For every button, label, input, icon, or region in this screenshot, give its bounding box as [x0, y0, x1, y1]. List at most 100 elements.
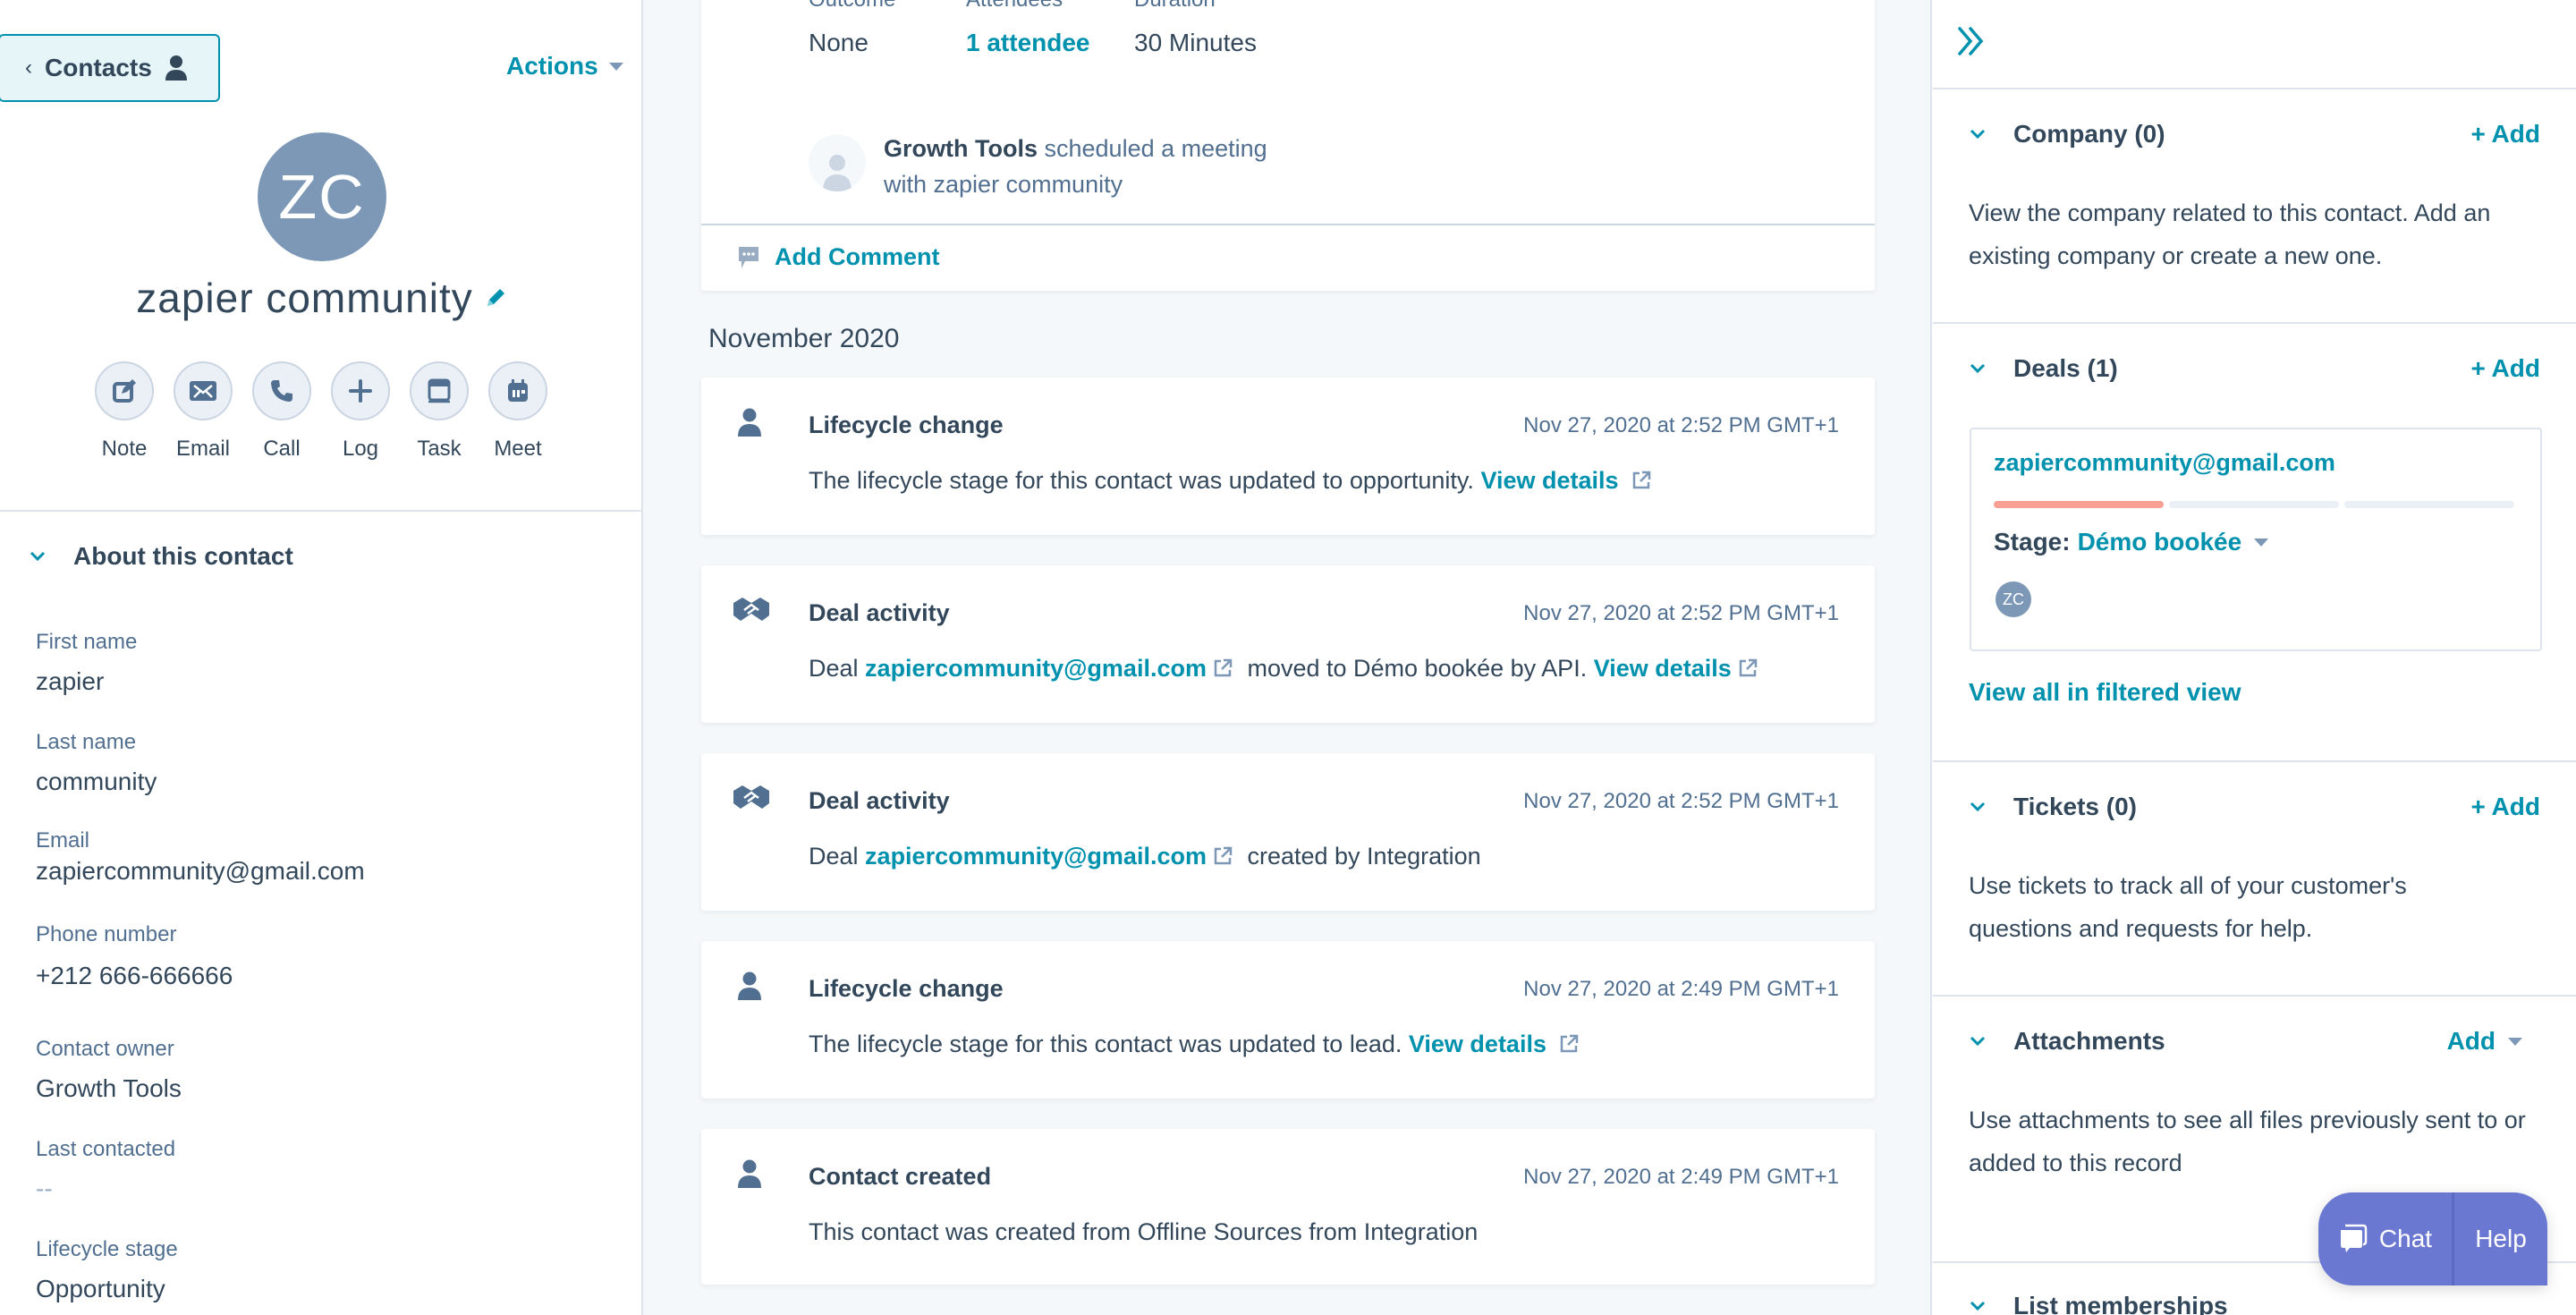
- field-label: Contact owner: [36, 1037, 174, 1061]
- timeline-event: Deal activity Nov 27, 2020 at 2:52 PM GM…: [701, 565, 1875, 723]
- add-company-button[interactable]: + Add: [2470, 120, 2540, 148]
- event-time: Nov 27, 2020 at 2:52 PM GMT+1: [1523, 601, 1839, 625]
- view-details-link[interactable]: View details: [1409, 1031, 1546, 1057]
- external-link-icon[interactable]: [1212, 658, 1233, 679]
- field-label: Lifecycle stage: [36, 1237, 178, 1261]
- log-label: Log: [342, 437, 379, 461]
- contacts-label: Contacts: [45, 54, 152, 81]
- note-action-button[interactable]: Note: [95, 361, 154, 462]
- add-comment-label: Add Comment: [775, 243, 940, 270]
- scheduler-name: Growth Tools: [884, 135, 1038, 162]
- view-all-filtered-link[interactable]: View all in filtered view: [1969, 678, 2241, 707]
- add-deal-button[interactable]: + Add: [2470, 354, 2540, 383]
- tickets-section-toggle[interactable]: Tickets (0): [1969, 793, 2137, 821]
- field-phone[interactable]: Phone number +212 666-666666: [36, 922, 233, 990]
- external-link-icon[interactable]: [1631, 470, 1652, 491]
- event-time: Nov 27, 2020 at 2:52 PM GMT+1: [1523, 789, 1839, 813]
- call-action-button[interactable]: Call: [252, 361, 311, 462]
- add-comment-button[interactable]: Add Comment: [737, 243, 940, 271]
- month-header: November 2020: [708, 324, 900, 353]
- view-details-link[interactable]: View details: [1480, 467, 1618, 494]
- field-label: Phone number: [36, 922, 177, 946]
- field-first-name[interactable]: First name zapier: [36, 630, 137, 696]
- event-text: The lifecycle stage for this contact was…: [809, 1031, 1402, 1057]
- attachments-title: Attachments: [2013, 1027, 2165, 1055]
- deals-title: Deals (1): [2013, 354, 2118, 382]
- note-edit-icon: [113, 379, 136, 403]
- task-icon: [428, 378, 451, 403]
- deals-section-toggle[interactable]: Deals (1): [1969, 354, 2118, 383]
- field-value[interactable]: zapiercommunity@gmail.com: [36, 857, 365, 886]
- timeline-event: Lifecycle change Nov 27, 2020 at 2:52 PM…: [701, 378, 1875, 535]
- event-title: Deal activity: [809, 787, 950, 814]
- back-to-contacts-button[interactable]: ‹ Contacts: [0, 34, 220, 102]
- actions-label: Actions: [506, 52, 598, 80]
- field-value[interactable]: Growth Tools: [36, 1074, 182, 1103]
- chevron-down-icon: [30, 551, 46, 562]
- field-contact-owner[interactable]: Contact owner Growth Tools: [36, 1037, 182, 1103]
- deal-stage: Stage: Démo bookée: [1994, 528, 2269, 556]
- deal-name-link[interactable]: zapiercommunity@gmail.com: [1994, 449, 2335, 477]
- task-action-button[interactable]: Task: [410, 361, 469, 462]
- add-attachment-dropdown[interactable]: Add: [2447, 1027, 2522, 1056]
- attachments-description: Use attachments to see all files previou…: [1969, 1107, 2526, 1176]
- chevron-down-icon: [1970, 363, 1986, 374]
- outcome-label: Outcome: [809, 0, 966, 13]
- field-label: Last contacted: [36, 1137, 176, 1161]
- chat-label: Chat: [2378, 1225, 2433, 1252]
- field-value[interactable]: +212 666-666666: [36, 962, 233, 990]
- view-details-link[interactable]: View details: [1594, 655, 1732, 682]
- contact-avatar[interactable]: ZC: [258, 132, 386, 261]
- help-button[interactable]: Help: [2454, 1192, 2547, 1285]
- attendees-link[interactable]: 1 attendee: [966, 29, 1134, 57]
- chevron-down-icon: [1970, 802, 1986, 812]
- company-description: View the company related to this contact…: [1969, 199, 2491, 269]
- field-value: --: [36, 1175, 53, 1202]
- caret-down-icon: [2508, 1037, 2522, 1046]
- activity-timeline: Outcome Attendees Duration None 1 attend…: [643, 0, 1932, 1315]
- field-value[interactable]: Opportunity: [36, 1275, 178, 1303]
- field-email[interactable]: Email zapiercommunity@gmail.com: [36, 828, 365, 886]
- list-memberships-section-toggle[interactable]: List memberships: [1969, 1292, 2228, 1315]
- field-value[interactable]: zapier: [36, 667, 137, 696]
- contact-name-row: zapier community: [0, 274, 643, 322]
- chat-button[interactable]: Chat: [2318, 1192, 2454, 1285]
- about-section-toggle[interactable]: About this contact: [29, 542, 293, 571]
- event-time: Nov 27, 2020 at 2:52 PM GMT+1: [1523, 413, 1839, 437]
- add-ticket-button[interactable]: + Add: [2470, 793, 2540, 821]
- deal-link[interactable]: zapiercommunity@gmail.com: [865, 655, 1207, 682]
- chevron-down-icon: [1970, 1036, 1986, 1047]
- progress-segment: [2344, 501, 2514, 508]
- external-link-icon[interactable]: [1212, 845, 1233, 867]
- divider: [1933, 88, 2576, 89]
- person-icon: [738, 408, 761, 437]
- person-icon: [823, 155, 852, 191]
- double-chevron-right-icon[interactable]: [1956, 25, 1988, 57]
- external-link-icon[interactable]: [1558, 1033, 1580, 1055]
- duration-value[interactable]: 30 Minutes: [1134, 29, 1313, 57]
- divider: [1933, 995, 2576, 997]
- pencil-edit-icon[interactable]: [484, 286, 507, 310]
- scheduled-text: scheduled a meeting: [1044, 135, 1267, 162]
- stage-dropdown[interactable]: Démo bookée: [2078, 528, 2242, 556]
- tickets-description: Use tickets to track all of your custome…: [1969, 872, 2407, 942]
- deal-card: zapiercommunity@gmail.com Stage: Démo bo…: [1970, 428, 2542, 651]
- event-text: The lifecycle stage for this contact was…: [809, 467, 1474, 494]
- caret-down-icon[interactable]: [2254, 538, 2269, 547]
- actions-dropdown[interactable]: Actions: [506, 52, 623, 81]
- event-time: Nov 27, 2020 at 2:49 PM GMT+1: [1523, 977, 1839, 1001]
- attachments-section-toggle[interactable]: Attachments: [1969, 1027, 2165, 1056]
- deal-link[interactable]: zapiercommunity@gmail.com: [865, 843, 1207, 870]
- field-value[interactable]: community: [36, 768, 157, 796]
- log-action-button[interactable]: Log: [331, 361, 390, 462]
- company-section-toggle[interactable]: Company (0): [1969, 120, 2165, 148]
- help-label: Help: [2475, 1225, 2527, 1252]
- meet-action-button[interactable]: Meet: [488, 361, 547, 462]
- duration-label: Duration: [1134, 0, 1313, 13]
- external-link-icon[interactable]: [1737, 658, 1758, 679]
- field-last-contacted: Last contacted --: [36, 1137, 175, 1203]
- email-action-button[interactable]: Email: [174, 361, 233, 462]
- field-lifecycle-stage[interactable]: Lifecycle stage Opportunity: [36, 1237, 178, 1303]
- field-last-name[interactable]: Last name community: [36, 730, 157, 796]
- outcome-value[interactable]: None: [809, 29, 966, 57]
